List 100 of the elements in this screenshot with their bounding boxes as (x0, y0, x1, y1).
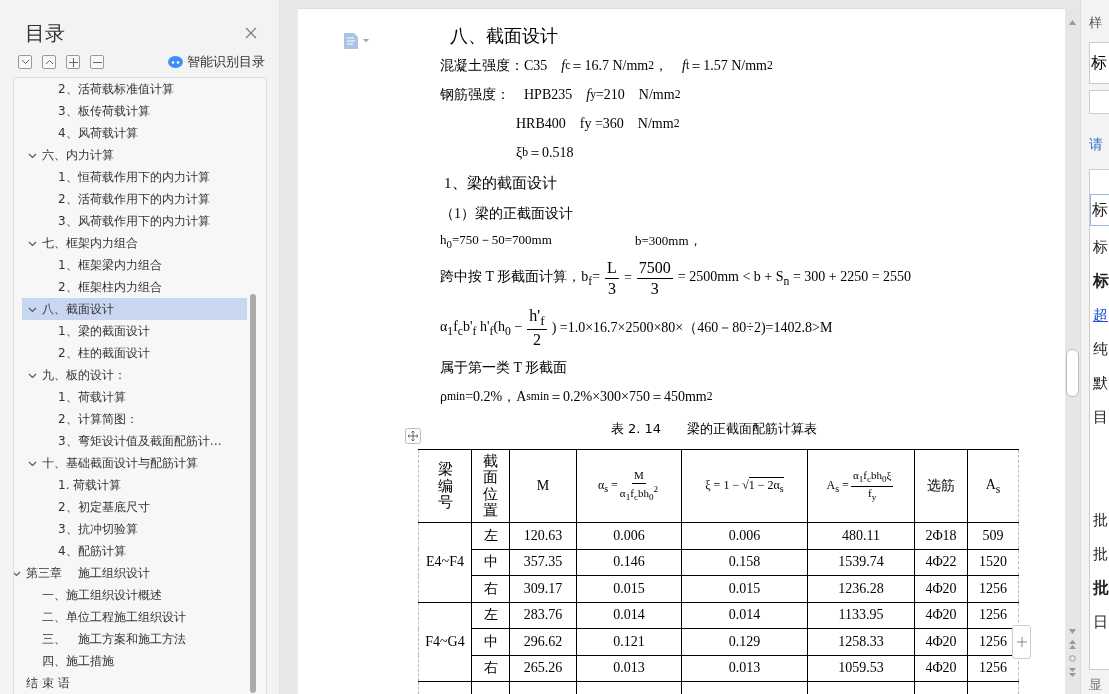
style-item[interactable]: 超 (1093, 298, 1109, 333)
table-cell: 120.63 (509, 522, 577, 549)
style-item[interactable]: 标 (1093, 264, 1109, 299)
style-field[interactable]: 标 (1089, 42, 1109, 84)
style-item[interactable]: 批 (1093, 571, 1109, 606)
outline-item[interactable]: 三、 施工方案和施工方法 (22, 628, 247, 650)
style-item[interactable]: 默 (1093, 366, 1109, 401)
outline-item[interactable]: 2、活荷载标准值计算 (38, 78, 247, 100)
remove-button[interactable] (90, 55, 104, 69)
style-item[interactable]: 标 (1093, 230, 1109, 265)
table-cell: 4Φ20 (914, 575, 968, 602)
outline-item[interactable]: 3、板传荷载计算 (38, 100, 247, 122)
table-cell: E4~F4 (418, 522, 472, 602)
style-item[interactable]: 日 (1093, 605, 1109, 640)
table-cell: 0.129 (681, 628, 808, 655)
table-cell: 0.006 (681, 522, 808, 549)
table-cell: 0.014 (576, 602, 682, 629)
outline-item[interactable]: 1、恒荷载作用下的内力计算 (38, 166, 247, 188)
outline-item[interactable]: 1、梁的截面设计 (38, 320, 247, 342)
table-cell: F4~G4 (418, 602, 472, 682)
chevron-icon[interactable] (28, 373, 37, 379)
table-cell: 480.11 (807, 522, 915, 549)
collapse-button[interactable] (18, 55, 32, 69)
table-cell: 296.62 (509, 628, 577, 655)
formula: α$_{1}$f$_{c}$b'$_{f}$ h'$_{f}$(h$_{0}$ − h'$_{f}$ 2 ) =1.0×16.7×2500×80×（460－80÷2)=1402.8>M (440, 306, 833, 350)
scrollbar-thumb[interactable] (250, 294, 256, 693)
input-field[interactable] (1089, 90, 1109, 114)
chevron-icon[interactable] (28, 461, 37, 467)
scroll-up-icon[interactable] (1069, 20, 1076, 25)
outline-item[interactable]: 1. 荷载计算 (38, 474, 247, 496)
outline-item[interactable]: 结 束 语 (14, 672, 247, 694)
outline-item[interactable]: 3、风荷载作用下的内力计算 (38, 210, 247, 232)
outline-item[interactable]: 十、基础截面设计与配筋计算 (22, 452, 247, 474)
table-cell: 中 (471, 549, 510, 576)
table-cell: 0.006 (576, 522, 682, 549)
table-cell: 509 (967, 522, 1019, 549)
outline-item[interactable]: 一、施工组织设计概述 (22, 584, 247, 606)
table-cell: 0.014 (681, 602, 808, 629)
style-item[interactable]: 批 (1093, 537, 1109, 572)
table-cell: 1258.33 (807, 628, 915, 655)
caret-icon[interactable] (363, 39, 369, 43)
outline-item[interactable]: 八、截面设计 (22, 298, 247, 320)
table-cell: 0.013 (681, 655, 808, 682)
outline-item[interactable]: 2、框架柱内力组合 (38, 276, 247, 298)
outline-item[interactable]: 3、弯矩设计值及截面配筋计… (38, 430, 247, 452)
add-button[interactable] (66, 55, 80, 69)
style-item[interactable]: 纯 (1093, 332, 1109, 367)
close-icon[interactable] (245, 27, 257, 39)
smart-toc-button[interactable]: 智能识别目录 (168, 53, 265, 71)
expand-button[interactable] (42, 55, 56, 69)
scroll-down-icon[interactable] (1069, 629, 1076, 634)
outline-item[interactable]: 六、内力计算 (22, 144, 247, 166)
outline-item[interactable]: 2、活荷载作用下的内力计算 (38, 188, 247, 210)
outline-item[interactable]: 2、初定基底尺寸 (38, 496, 247, 518)
table-header: 截面位置 (471, 449, 510, 523)
body-text: b=300mm， (635, 231, 702, 250)
previous-page-icon[interactable] (1069, 640, 1076, 649)
outline-item[interactable]: 3、抗冲切验算 (38, 518, 247, 540)
table-cell: 0.013 (576, 655, 682, 682)
scrollbar-thumb[interactable] (1066, 349, 1079, 397)
outline-item[interactable]: 四、施工措施 (22, 650, 247, 672)
body-text: h$_{0}$=750－50=700mm (440, 231, 553, 250)
outline-item[interactable]: 第三章 施工组织设计 (14, 562, 247, 584)
plus-icon (68, 57, 78, 67)
move-handle-icon[interactable] (405, 428, 421, 444)
outline-item[interactable]: 1、荷载计算 (38, 386, 247, 408)
chevron-icon[interactable] (14, 571, 21, 577)
table-cell: 1520 (967, 549, 1019, 576)
outline-item[interactable]: 2、计算简图： (38, 408, 247, 430)
chevron-icon[interactable] (28, 153, 37, 159)
outline-item[interactable]: 九、板的设计： (22, 364, 247, 386)
next-page-icon[interactable] (1069, 668, 1076, 677)
table-cell: 1236.28 (807, 575, 915, 602)
table-header: A$_{s}$ (967, 449, 1019, 523)
chevron-icon[interactable] (28, 307, 37, 313)
table-cell: 左 (471, 522, 510, 549)
table-caption: 表 2. 14 梁的正截面配筋计算表 (610, 420, 818, 438)
chevron-up-icon (44, 59, 54, 65)
table-cell: 1133.95 (807, 602, 915, 629)
table-cell: 4Φ22 (914, 549, 968, 576)
table-header: ξ = 1 − √1 − 2α$_{s}$ (681, 449, 808, 523)
section-heading: 八、截面设计 (449, 24, 559, 48)
panel-label: 显 (1089, 676, 1103, 694)
chevron-icon[interactable] (28, 241, 37, 247)
outline-item[interactable]: 二、单位工程施工组织设计 (22, 606, 247, 628)
outline-item[interactable]: 4、风荷载计算 (38, 122, 247, 144)
style-item[interactable]: 目 (1093, 400, 1109, 504)
cloud-icon (168, 56, 183, 68)
outline-item[interactable]: 1、框架梁内力组合 (38, 254, 247, 276)
outline-item[interactable]: 七、框架内力组合 (22, 232, 247, 254)
outline-item[interactable]: 2、柱的截面设计 (38, 342, 247, 364)
table-header: 选筋 (914, 449, 968, 523)
style-item[interactable]: 批 (1093, 503, 1109, 538)
body-text: （1）梁的正截面设计 (440, 204, 574, 223)
table-cell: 0.121 (576, 628, 682, 655)
table-cell: 0.146 (576, 549, 682, 576)
plus-icon (1016, 637, 1027, 647)
style-item[interactable]: 标 (1090, 194, 1109, 227)
body-text: 属于第一类 T 形截面 (440, 358, 569, 377)
outline-item[interactable]: 4、配筋计算 (38, 540, 247, 562)
